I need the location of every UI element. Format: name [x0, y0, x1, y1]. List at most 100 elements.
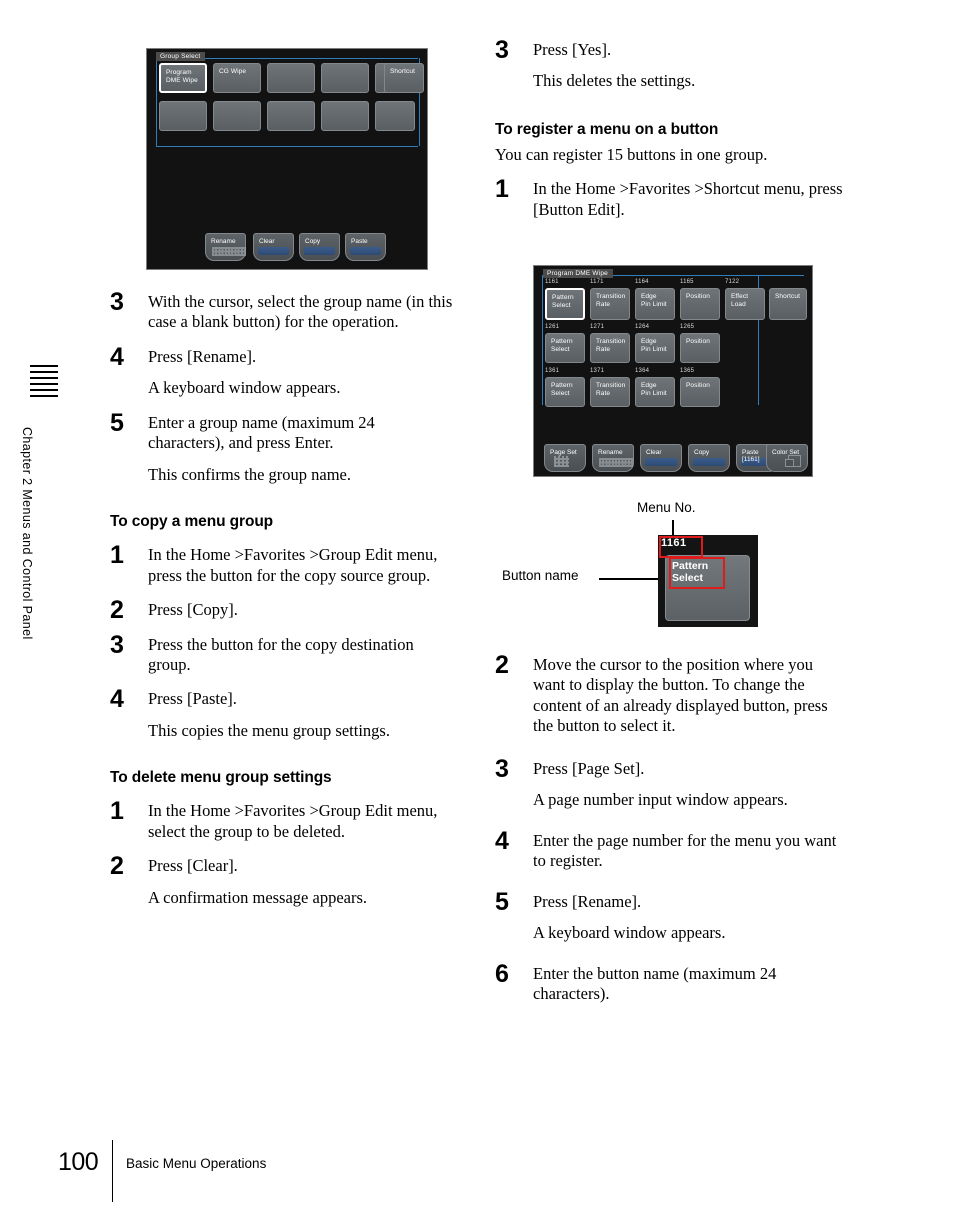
clear-label: Clear	[259, 238, 275, 245]
copy-step-2: 2 Press [Copy].	[110, 596, 455, 624]
menu-button-edge-pin-limit[interactable]: Edge Pin Limit	[635, 333, 675, 363]
step-text: In the Home >Favorites >Group Edit menu,…	[148, 801, 438, 841]
step-note: A keyboard window appears.	[148, 378, 341, 398]
step-text: Press [Paste].	[148, 689, 237, 709]
button-line1: Transition	[596, 293, 626, 300]
button-line1: Transition	[596, 338, 626, 345]
page-footer: 100 Basic Menu Operations	[0, 1140, 954, 1202]
step-number: 5	[110, 408, 124, 437]
step-text: Move the cursor to the position where yo…	[533, 655, 828, 736]
menu-button-effect-load[interactable]: Effect Load	[725, 288, 765, 320]
step-number: 2	[110, 852, 124, 881]
copy-button[interactable]: Copy	[299, 233, 340, 261]
group-button-blank[interactable]	[267, 101, 315, 131]
copy-button[interactable]: Copy	[688, 444, 730, 472]
rename-button[interactable]: Rename	[205, 233, 246, 261]
rename-label: Rename	[211, 238, 236, 245]
menu-button-position[interactable]: Position	[680, 288, 720, 320]
section-heading-copy-group: To copy a menu group	[110, 513, 274, 531]
shortcut-label: Shortcut	[390, 68, 416, 75]
step-3: 3 With the cursor, select the group name…	[110, 288, 455, 333]
step-note: This confirms the group name.	[148, 464, 351, 484]
step-note: A confirmation message appears.	[148, 887, 368, 907]
group-button-line2: DME Wipe	[166, 76, 198, 84]
button-line2: Pin Limit	[641, 345, 667, 353]
right-step-3: 3 Press [Yes].	[495, 36, 845, 64]
chapter-side-tab: Chapter 2 Menus and Control Panel	[20, 365, 64, 685]
button-line2: Select	[551, 389, 570, 397]
step-text: Press the button for the copy destinatio…	[148, 634, 414, 674]
menu-button-pattern-select[interactable]: Pattern Select	[545, 288, 585, 320]
shortcut-label: Shortcut	[775, 293, 801, 300]
chapter-label: Chapter 2 Menus and Control Panel	[20, 427, 34, 640]
group-button-blank[interactable]	[267, 63, 315, 93]
register-step-3: 3 Press [Page Set].	[495, 755, 845, 783]
group-button-blank[interactable]	[159, 101, 207, 131]
shortcut-button[interactable]: Shortcut	[384, 63, 424, 93]
menu-button-position[interactable]: Position	[680, 333, 720, 363]
clear-label: Clear	[646, 449, 662, 456]
step-text: With the cursor, select the group name (…	[148, 292, 453, 332]
group-button-blank[interactable]	[375, 101, 415, 131]
menu-button-transition-rate[interactable]: Transition Rate	[590, 333, 630, 363]
step-number: 5	[495, 887, 509, 916]
step-note: A keyboard window appears.	[533, 923, 726, 943]
button-line2: Select	[552, 301, 571, 309]
step-number: 2	[110, 596, 124, 625]
color-set-button[interactable]: Color Set	[766, 444, 808, 472]
clear-button[interactable]: Clear	[253, 233, 294, 261]
button-line2: Rate	[596, 389, 611, 397]
button-name-leader-line	[599, 578, 661, 580]
copy-label: Copy	[305, 238, 321, 245]
menu-button-pattern-select[interactable]: Pattern Select	[545, 333, 585, 363]
figure-button-edit-screen: Program DME Wipe 1161 Pattern Select 117…	[533, 265, 813, 477]
rename-label: Rename	[598, 449, 623, 456]
copy-step-4: 4 Press [Paste].	[110, 685, 455, 713]
section-heading-delete-group: To delete menu group settings	[110, 769, 332, 787]
menu-number: 1164	[635, 279, 649, 285]
group-button-program-dme-wipe[interactable]: Program DME Wipe	[159, 63, 207, 93]
step-4: 4 Press [Rename].	[110, 343, 455, 371]
step-text: Enter the button name (maximum 24 charac…	[533, 963, 777, 1003]
register-step-2: 2 Move the cursor to the position where …	[495, 651, 845, 737]
button-line2: Pin Limit	[641, 389, 667, 397]
shortcut-button[interactable]: Shortcut	[769, 288, 807, 320]
menu-button-position[interactable]: Position	[680, 377, 720, 407]
group-button-cg-wipe[interactable]: CG Wipe	[213, 63, 261, 93]
group-select-title: Group Select	[156, 52, 206, 61]
button-line2: Load	[731, 300, 746, 308]
button-line2: Pin Limit	[641, 300, 667, 308]
menu-button-pattern-select[interactable]: Pattern Select	[545, 377, 585, 407]
button-edit-title: Program DME Wipe	[543, 269, 613, 278]
button-line1: Pattern	[551, 338, 573, 345]
paste-button[interactable]: Paste	[345, 233, 386, 261]
menu-button-edge-pin-limit[interactable]: Edge Pin Limit	[635, 288, 675, 320]
step-number: 1	[110, 797, 124, 826]
menu-number: 1361	[545, 368, 560, 374]
color-swatch-icon	[785, 455, 801, 467]
running-head: Basic Menu Operations	[126, 1156, 267, 1171]
step-number: 4	[110, 685, 124, 714]
step-text: Press [Rename].	[533, 891, 642, 911]
clear-button[interactable]: Clear	[640, 444, 682, 472]
rename-button[interactable]: Rename	[592, 444, 634, 472]
group-button-blank[interactable]	[321, 101, 369, 131]
menu-button-transition-rate[interactable]: Transition Rate	[590, 377, 630, 407]
keyboard-icon	[212, 247, 246, 256]
menu-button-transition-rate[interactable]: Transition Rate	[590, 288, 630, 320]
menu-button-edge-pin-limit[interactable]: Edge Pin Limit	[635, 377, 675, 407]
step-number: 3	[110, 630, 124, 659]
footer-divider	[112, 1140, 113, 1202]
button-line1: Position	[686, 293, 710, 300]
menu-no-highlight-box	[659, 536, 703, 558]
step-number: 2	[495, 651, 509, 679]
figure-group-select-screen: Group Select Program DME Wipe CG Wipe Sh…	[146, 48, 428, 270]
group-button-blank[interactable]	[321, 63, 369, 93]
button-line1: Edge	[641, 293, 657, 300]
step-text: Press [Rename].	[148, 346, 257, 366]
delete-step-1: 1 In the Home >Favorites >Group Edit men…	[110, 797, 455, 842]
menu-number: 1264	[635, 324, 650, 330]
page-set-button[interactable]: Page Set	[544, 444, 586, 472]
step-text: In the Home >Favorites >Shortcut menu, p…	[533, 179, 843, 219]
group-button-blank[interactable]	[213, 101, 261, 131]
